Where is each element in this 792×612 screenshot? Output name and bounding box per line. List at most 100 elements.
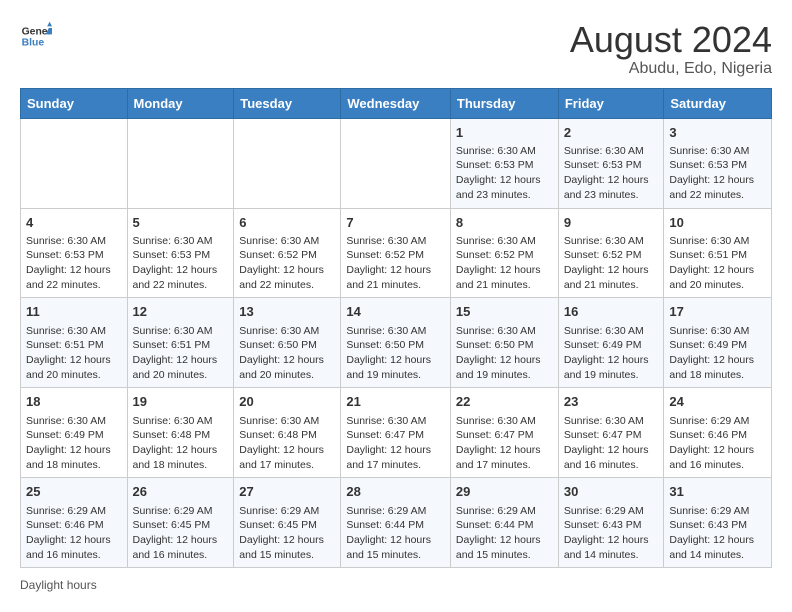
calendar-cell: 9 Sunrise: 6:30 AMSunset: 6:52 PMDaylight… [558, 208, 664, 298]
calendar-week-row: 1 Sunrise: 6:30 AMSunset: 6:53 PMDaylight… [21, 118, 772, 208]
calendar-week-row: 18Sunrise: 6:30 AMSunset: 6:49 PMDayligh… [21, 388, 772, 478]
day-of-week-header: Sunday [21, 88, 128, 118]
calendar-cell [127, 118, 234, 208]
day-info: Sunrise: 6:30 AMSunset: 6:51 PMDaylight:… [133, 324, 229, 383]
day-info: Sunrise: 6:30 AMSunset: 6:52 PMDaylight:… [346, 234, 445, 293]
day-number: 1 [456, 124, 553, 142]
day-info: Sunrise: 6:29 AMSunset: 6:44 PMDaylight:… [346, 504, 445, 563]
day-number: 25 [26, 483, 122, 501]
day-number: 4 [26, 214, 122, 232]
day-info: Sunrise: 6:30 AMSunset: 6:49 PMDaylight:… [26, 414, 122, 473]
calendar-cell: 5 Sunrise: 6:30 AMSunset: 6:53 PMDaylight… [127, 208, 234, 298]
day-number: 30 [564, 483, 659, 501]
calendar-cell: 30 Sunrise: 6:29 AMSunset: 6:43 PMDayligh… [558, 478, 664, 568]
day-number: 20 [239, 393, 335, 411]
calendar-cell: 13 Sunrise: 6:30 AMSunset: 6:50 PMDayligh… [234, 298, 341, 388]
day-of-week-header: Saturday [664, 88, 772, 118]
calendar-cell [21, 118, 128, 208]
day-of-week-header: Thursday [450, 88, 558, 118]
day-number: 17 [669, 303, 766, 321]
day-info: Sunrise: 6:30 AMSunset: 6:49 PMDaylight:… [669, 324, 766, 383]
day-info: Sunrise: 6:30 AMSunset: 6:53 PMDaylight:… [564, 144, 659, 203]
day-info: Sunrise: 6:29 AMSunset: 6:45 PMDaylight:… [133, 504, 229, 563]
calendar-cell: 6Sunrise: 6:30 AMSunset: 6:52 PMDaylight… [234, 208, 341, 298]
day-number: 26 [133, 483, 229, 501]
calendar-cell: 7 Sunrise: 6:30 AMSunset: 6:52 PMDaylight… [341, 208, 451, 298]
day-number: 19 [133, 393, 229, 411]
calendar-cell: 11Sunrise: 6:30 AMSunset: 6:51 PMDayligh… [21, 298, 128, 388]
day-of-week-header: Wednesday [341, 88, 451, 118]
calendar-week-row: 25 Sunrise: 6:29 AMSunset: 6:46 PMDayligh… [21, 478, 772, 568]
footer: Daylight hours [20, 578, 772, 592]
calendar-cell: 16 Sunrise: 6:30 AMSunset: 6:49 PMDayligh… [558, 298, 664, 388]
day-info: Sunrise: 6:30 AMSunset: 6:53 PMDaylight:… [26, 234, 122, 293]
day-info: Sunrise: 6:29 AMSunset: 6:43 PMDaylight:… [669, 504, 766, 563]
page-header: General Blue August 2024 Abudu, Edo, Nig… [20, 20, 772, 78]
day-number: 7 [346, 214, 445, 232]
day-number: 12 [133, 303, 229, 321]
calendar-week-row: 4 Sunrise: 6:30 AMSunset: 6:53 PMDaylight… [21, 208, 772, 298]
calendar-cell: 22Sunrise: 6:30 AMSunset: 6:47 PMDayligh… [450, 388, 558, 478]
day-number: 31 [669, 483, 766, 501]
calendar-cell [341, 118, 451, 208]
calendar-cell: 14 Sunrise: 6:30 AMSunset: 6:50 PMDayligh… [341, 298, 451, 388]
day-number: 21 [346, 393, 445, 411]
day-info: Sunrise: 6:30 AMSunset: 6:47 PMDaylight:… [346, 414, 445, 473]
calendar-cell: 1 Sunrise: 6:30 AMSunset: 6:53 PMDaylight… [450, 118, 558, 208]
day-info: Sunrise: 6:30 AMSunset: 6:48 PMDaylight:… [133, 414, 229, 473]
day-info: Sunrise: 6:30 AMSunset: 6:47 PMDaylight:… [564, 414, 659, 473]
day-number: 9 [564, 214, 659, 232]
calendar-cell: 31 Sunrise: 6:29 AMSunset: 6:43 PMDayligh… [664, 478, 772, 568]
day-info: Sunrise: 6:29 AMSunset: 6:46 PMDaylight:… [26, 504, 122, 563]
calendar-week-row: 11 Sunrise: 6:30 AMSunset: 6:51 PMDayligh… [21, 298, 772, 388]
day-info: Sunrise: 6:30 AMSunset: 6:50 PMDaylight:… [456, 324, 553, 383]
header-row: SundayMondayTuesdayWednesdayThursdayFrid… [21, 88, 772, 118]
day-info: Sunrise: 6:29 AMSunset: 6:45 PMDaylight:… [239, 504, 335, 563]
calendar-header: SundayMondayTuesdayWednesdayThursdayFrid… [21, 88, 772, 118]
calendar-cell: 21 Sunrise: 6:30 AMSunset: 6:47 PMDayligh… [341, 388, 451, 478]
calendar-cell: 24Sunrise: 6:29 AMSunset: 6:46 PMDayligh… [664, 388, 772, 478]
day-info: Sunrise: 6:30 AMSunset: 6:53 PMDaylight:… [456, 144, 553, 203]
day-number: 8 [456, 214, 553, 232]
calendar-cell: 19 Sunrise: 6:30 AMSunset: 6:48 PMDayligh… [127, 388, 234, 478]
calendar-cell: 27 Sunrise: 6:29 AMSunset: 6:45 PMDayligh… [234, 478, 341, 568]
day-info: Sunrise: 6:30 AMSunset: 6:53 PMDaylight:… [133, 234, 229, 293]
day-info: Sunrise: 6:29 AMSunset: 6:46 PMDaylight:… [669, 414, 766, 473]
calendar-cell: 4 Sunrise: 6:30 AMSunset: 6:53 PMDaylight… [21, 208, 128, 298]
day-number: 3 [669, 124, 766, 142]
day-info: Sunrise: 6:30 AMSunset: 6:50 PMDaylight:… [346, 324, 445, 383]
day-number: 14 [346, 303, 445, 321]
calendar-cell: 20 Sunrise: 6:30 AMSunset: 6:48 PMDayligh… [234, 388, 341, 478]
day-number: 23 [564, 393, 659, 411]
day-info: Sunrise: 6:30 AMSunset: 6:49 PMDaylight:… [564, 324, 659, 383]
svg-text:Blue: Blue [22, 38, 45, 49]
day-number: 2 [564, 124, 659, 142]
day-number: 16 [564, 303, 659, 321]
calendar-table: SundayMondayTuesdayWednesdayThursdayFrid… [20, 88, 772, 569]
calendar-cell: 28 Sunrise: 6:29 AMSunset: 6:44 PMDayligh… [341, 478, 451, 568]
month-year: August 2024 [570, 20, 772, 60]
calendar-cell: 29Sunrise: 6:29 AMSunset: 6:44 PMDayligh… [450, 478, 558, 568]
day-number: 5 [133, 214, 229, 232]
day-info: Sunrise: 6:29 AMSunset: 6:43 PMDaylight:… [564, 504, 659, 563]
day-info: Sunrise: 6:30 AMSunset: 6:48 PMDaylight:… [239, 414, 335, 473]
day-info: Sunrise: 6:30 AMSunset: 6:50 PMDaylight:… [239, 324, 335, 383]
day-number: 27 [239, 483, 335, 501]
day-number: 13 [239, 303, 335, 321]
day-info: Sunrise: 6:30 AMSunset: 6:52 PMDaylight:… [564, 234, 659, 293]
calendar-cell: 18Sunrise: 6:30 AMSunset: 6:49 PMDayligh… [21, 388, 128, 478]
day-of-week-header: Friday [558, 88, 664, 118]
logo: General Blue [20, 20, 52, 52]
day-info: Sunrise: 6:30 AMSunset: 6:52 PMDaylight:… [239, 234, 335, 293]
day-number: 10 [669, 214, 766, 232]
day-of-week-header: Monday [127, 88, 234, 118]
day-info: Sunrise: 6:30 AMSunset: 6:52 PMDaylight:… [456, 234, 553, 293]
calendar-cell: 8 Sunrise: 6:30 AMSunset: 6:52 PMDaylight… [450, 208, 558, 298]
location: Abudu, Edo, Nigeria [570, 60, 772, 78]
day-number: 28 [346, 483, 445, 501]
calendar-cell: 2 Sunrise: 6:30 AMSunset: 6:53 PMDaylight… [558, 118, 664, 208]
generalblue-logo-icon: General Blue [20, 20, 52, 52]
day-info: Sunrise: 6:30 AMSunset: 6:51 PMDaylight:… [669, 234, 766, 293]
calendar-cell: 15Sunrise: 6:30 AMSunset: 6:50 PMDayligh… [450, 298, 558, 388]
day-number: 11 [26, 303, 122, 321]
